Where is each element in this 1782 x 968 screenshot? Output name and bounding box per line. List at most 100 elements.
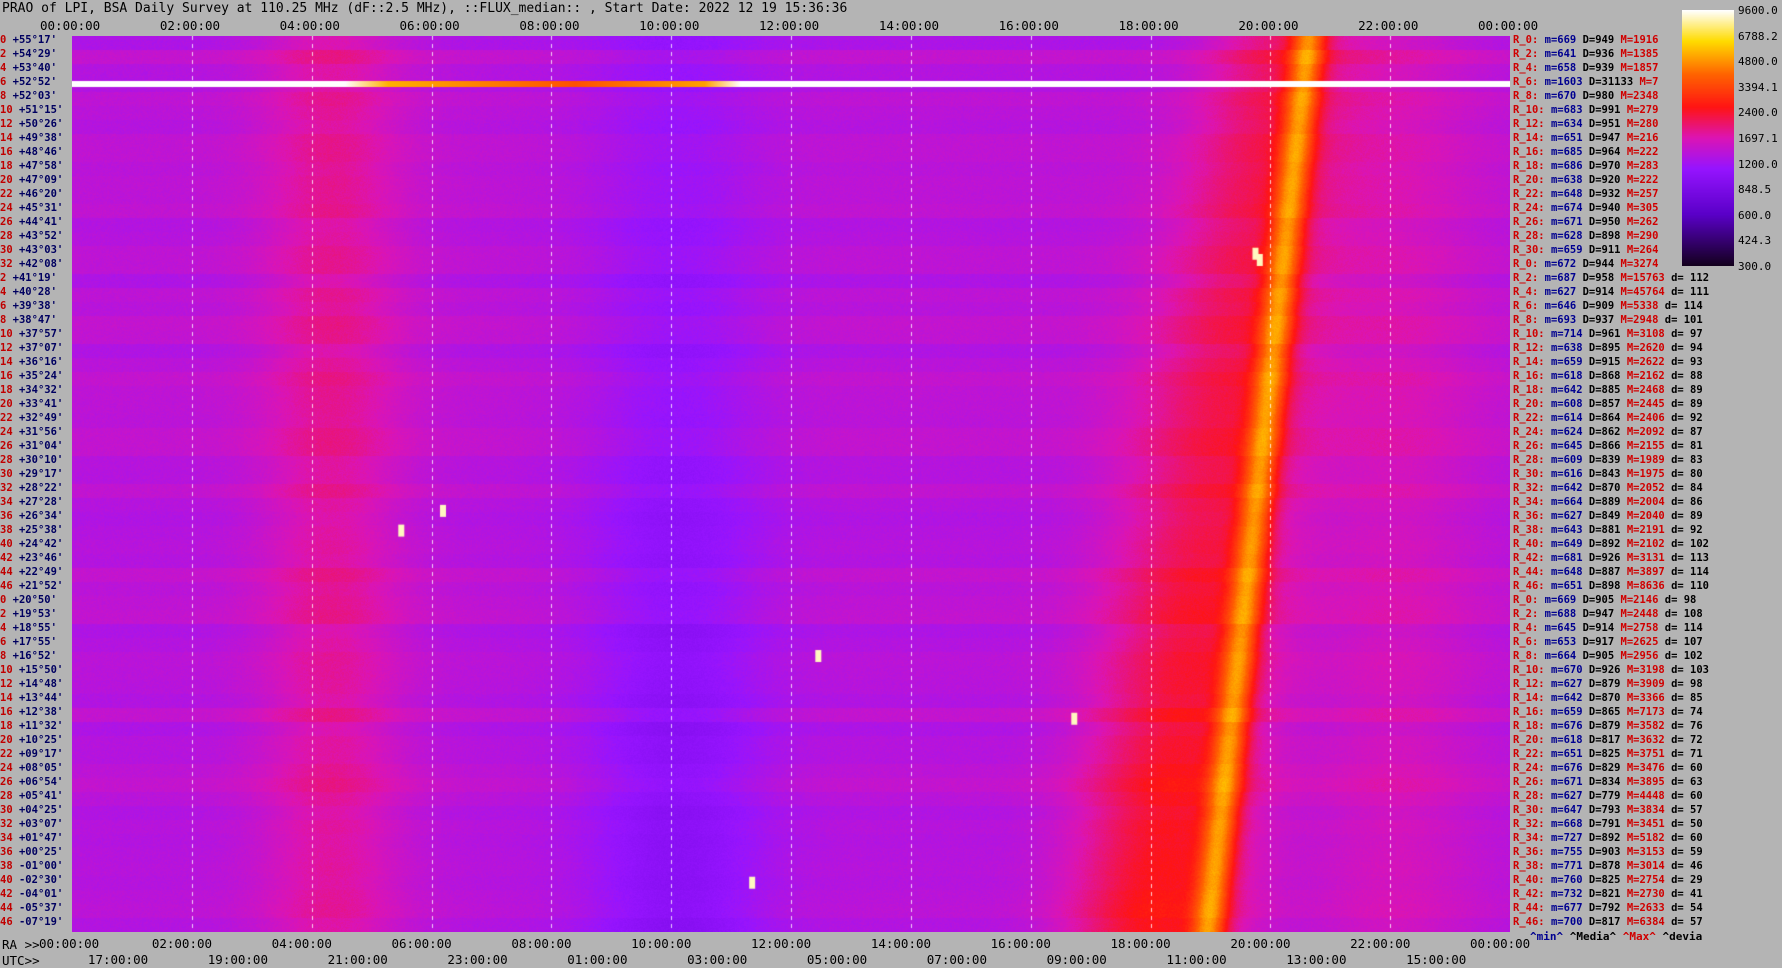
top-tick-label: 22:00:00: [1358, 18, 1419, 33]
declination-label: 42 -04°01': [0, 888, 72, 900]
row-stat: R_0: m=672 D=944 M=3274: [1513, 258, 1665, 270]
stat-m: m=670: [1550, 664, 1583, 676]
declination-label: 28 +05°41': [0, 790, 72, 802]
row-stat: R_8: m=664 D=905 M=2956 d= 102: [1513, 650, 1709, 662]
stat-r: R_20:: [1513, 398, 1545, 410]
stat-d: D=889: [1588, 496, 1621, 508]
beam-number: 14: [0, 356, 13, 368]
stat-m: M=8636: [1626, 580, 1665, 592]
stat-d: D=917: [1582, 636, 1615, 648]
stat-d: d= 71: [1671, 748, 1703, 760]
declination-label: 32 +03°07': [0, 818, 72, 830]
stat-r: R_6:: [1513, 636, 1539, 648]
row-stat: R_22: m=614 D=864 M=2406 d= 92: [1513, 412, 1709, 424]
utc-tick-label: 17:00:00: [87, 952, 149, 967]
stat-m: m=676: [1550, 720, 1583, 732]
stat-d: d= 63: [1671, 776, 1703, 788]
declination-value: +26°34': [12, 510, 64, 522]
stat-m: M=1916: [1620, 34, 1659, 46]
beam-number: 30: [0, 244, 13, 256]
stat-r: R_16:: [1513, 706, 1545, 718]
stat-d: d= 87: [1671, 426, 1703, 438]
stat-m: m=658: [1544, 62, 1577, 74]
row-stat: R_24: m=674 D=940 M=305: [1513, 202, 1665, 214]
stat-m: m=732: [1550, 888, 1583, 900]
stat-m: M=3451: [1626, 818, 1665, 830]
legend-devia: ^devia: [1662, 930, 1703, 943]
declination-value: +00°25': [12, 846, 64, 858]
stat-d: D=951: [1588, 118, 1621, 130]
declination-value: +19°53': [6, 608, 57, 620]
declination-value: +12°38': [12, 706, 64, 718]
stat-d: d= 89: [1671, 510, 1703, 522]
declination-value: +50°26': [12, 118, 64, 130]
row-stat: R_30: m=647 D=793 M=3834 d= 57: [1513, 804, 1709, 816]
stat-m: m=642: [1550, 482, 1583, 494]
stat-m: m=628: [1550, 230, 1583, 242]
stat-m: M=305: [1626, 202, 1659, 214]
stat-d: d= 81: [1671, 440, 1703, 452]
stat-r: R_6:: [1513, 300, 1539, 312]
stat-r: R_36:: [1513, 846, 1545, 858]
stat-m: m=627: [1550, 678, 1583, 690]
stat-m: M=1989: [1626, 454, 1665, 466]
stat-m: m=671: [1550, 776, 1583, 788]
row-stat: R_12: m=627 D=879 M=3909 d= 98: [1513, 678, 1709, 690]
stat-d: D=909: [1582, 300, 1615, 312]
stat-r: R_12:: [1513, 678, 1545, 690]
declination-value: +37°57': [12, 328, 64, 340]
stat-d: d= 57: [1671, 916, 1703, 928]
stat-m: m=685: [1550, 146, 1583, 158]
row-stat: R_40: m=649 D=892 M=2102 d= 102: [1513, 538, 1715, 550]
stat-m: m=677: [1550, 902, 1583, 914]
stat-d: d= 60: [1671, 832, 1703, 844]
declination-value: +18°55': [6, 622, 57, 634]
stat-r: R_10:: [1513, 328, 1545, 340]
stat-d: D=920: [1588, 174, 1621, 186]
row-stat: R_6: m=646 D=909 M=5338 d= 114: [1513, 300, 1709, 312]
ra-tick-label: 02:00:00: [151, 936, 213, 951]
stat-r: R_28:: [1513, 790, 1545, 802]
stat-d: d= 80: [1671, 468, 1703, 480]
stat-m: M=2948: [1620, 314, 1659, 326]
row-stat: R_40: m=760 D=825 M=2754 d= 29: [1513, 874, 1709, 886]
declination-label: 14 +36°16': [0, 356, 72, 368]
declination-value: +22°49': [12, 566, 64, 578]
top-tick-label: 00:00:00: [1478, 18, 1539, 33]
top-tick-label: 14:00:00: [878, 18, 940, 33]
stat-d: D=834: [1588, 776, 1621, 788]
stat-m: m=616: [1550, 468, 1583, 480]
declination-label: 10 +15°50': [0, 664, 72, 676]
beam-number: 22: [0, 748, 13, 760]
stat-m: M=2052: [1626, 482, 1665, 494]
row-stat: R_42: m=732 D=821 M=2730 d= 41: [1513, 888, 1709, 900]
top-tick-label: 12:00:00: [759, 18, 820, 33]
stat-r: R_20:: [1513, 174, 1545, 186]
stat-m: m=683: [1550, 104, 1583, 116]
stat-d: D=878: [1588, 860, 1621, 872]
row-stat: R_0: m=669 D=949 M=1916: [1513, 34, 1665, 46]
stat-m: M=2040: [1626, 510, 1665, 522]
stat-d: D=895: [1588, 342, 1621, 354]
colorbar-tick-label: 1697.1: [1738, 132, 1778, 145]
row-stat: R_26: m=671 D=950 M=262: [1513, 216, 1665, 228]
declination-value: +04°25': [12, 804, 64, 816]
row-stat: R_6: m=1603 D=31133 M=7: [1513, 76, 1665, 88]
stat-m: m=659: [1550, 706, 1583, 718]
stat-m: M=257: [1626, 188, 1659, 200]
stat-d: D=905: [1582, 594, 1615, 606]
stat-r: R_14:: [1513, 692, 1545, 704]
row-stat: R_16: m=685 D=964 M=222: [1513, 146, 1665, 158]
top-tick-label: 16:00:00: [998, 18, 1059, 33]
declination-label: 26 +44°41': [0, 216, 72, 228]
stat-d: D=926: [1588, 552, 1621, 564]
legend-min: ^min^: [1530, 930, 1564, 943]
declination-value: +47°58': [12, 160, 64, 172]
stat-r: R_38:: [1513, 860, 1545, 872]
stat-m: m=688: [1544, 608, 1577, 620]
top-tick-label: 10:00:00: [639, 18, 700, 33]
declination-label: 12 +37°07': [0, 342, 72, 354]
beam-number: 40: [0, 874, 13, 886]
stat-d: d= 93: [1671, 356, 1703, 368]
stat-r: R_42:: [1513, 888, 1545, 900]
